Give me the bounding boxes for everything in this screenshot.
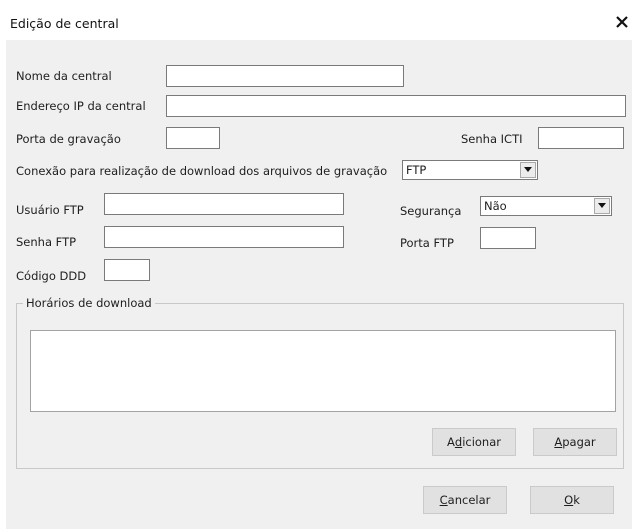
ip-label: Endereço IP da central bbox=[16, 99, 146, 113]
close-icon bbox=[616, 16, 628, 28]
edit-central-dialog: Edição de central Nome da central Endere… bbox=[6, 4, 632, 529]
senha-icti-label: Senha ICTI bbox=[461, 132, 523, 146]
ok-button[interactable]: Ok bbox=[530, 486, 614, 514]
porta-ftp-input[interactable] bbox=[480, 227, 536, 249]
chevron-down-icon bbox=[524, 167, 532, 172]
nome-label: Nome da central bbox=[16, 69, 112, 83]
cancelar-label-post: ancelar bbox=[447, 493, 491, 507]
title-bar: Edição de central bbox=[6, 4, 632, 40]
ddd-label: Código DDD bbox=[16, 269, 87, 283]
usuario-ftp-label: Usuário FTP bbox=[16, 203, 84, 217]
conexao-select[interactable]: FTP bbox=[402, 160, 538, 180]
cancelar-mnemonic: C bbox=[439, 493, 448, 507]
close-button[interactable] bbox=[614, 14, 630, 30]
porta-gravacao-label: Porta de gravação bbox=[16, 132, 121, 146]
senha-ftp-label: Senha FTP bbox=[16, 235, 77, 249]
apagar-label-post: pagar bbox=[562, 435, 596, 449]
adicionar-mnemonic: d bbox=[454, 435, 463, 449]
adicionar-button[interactable]: Ad icionar bbox=[432, 428, 516, 456]
window-title: Edição de central bbox=[10, 16, 119, 31]
nome-input[interactable] bbox=[166, 65, 404, 87]
chevron-down-icon bbox=[598, 203, 606, 208]
horarios-listbox[interactable] bbox=[30, 330, 616, 412]
seguranca-dropdown-button[interactable] bbox=[594, 198, 610, 214]
conexao-selected-value: FTP bbox=[406, 163, 427, 177]
seguranca-label: Segurança bbox=[400, 204, 462, 218]
cancelar-button[interactable]: Cancelar bbox=[423, 486, 507, 514]
senha-icti-input[interactable] bbox=[538, 127, 624, 149]
apagar-mnemonic: A bbox=[554, 435, 563, 449]
ok-mnemonic: O bbox=[564, 493, 574, 507]
ddd-input[interactable] bbox=[104, 259, 150, 281]
adicionar-label-pre: A bbox=[447, 435, 455, 449]
conexao-dropdown-button[interactable] bbox=[520, 162, 536, 178]
ok-label-post: k bbox=[573, 493, 580, 507]
seguranca-selected-value: Não bbox=[484, 199, 507, 213]
apagar-button[interactable]: Apagar bbox=[533, 428, 617, 456]
seguranca-select[interactable]: Não bbox=[480, 196, 612, 216]
porta-ftp-label: Porta FTP bbox=[400, 236, 454, 250]
horarios-legend: Horários de download bbox=[23, 296, 155, 310]
horarios-group: Horários de download Ad icionar Apagar bbox=[16, 296, 624, 469]
conexao-label: Conexão para realização de download dos … bbox=[16, 164, 388, 178]
ip-input[interactable] bbox=[166, 95, 626, 117]
senha-ftp-input[interactable] bbox=[104, 226, 344, 248]
adicionar-label-post: icionar bbox=[462, 435, 501, 449]
usuario-ftp-input[interactable] bbox=[104, 193, 344, 215]
porta-gravacao-input[interactable] bbox=[166, 127, 220, 149]
